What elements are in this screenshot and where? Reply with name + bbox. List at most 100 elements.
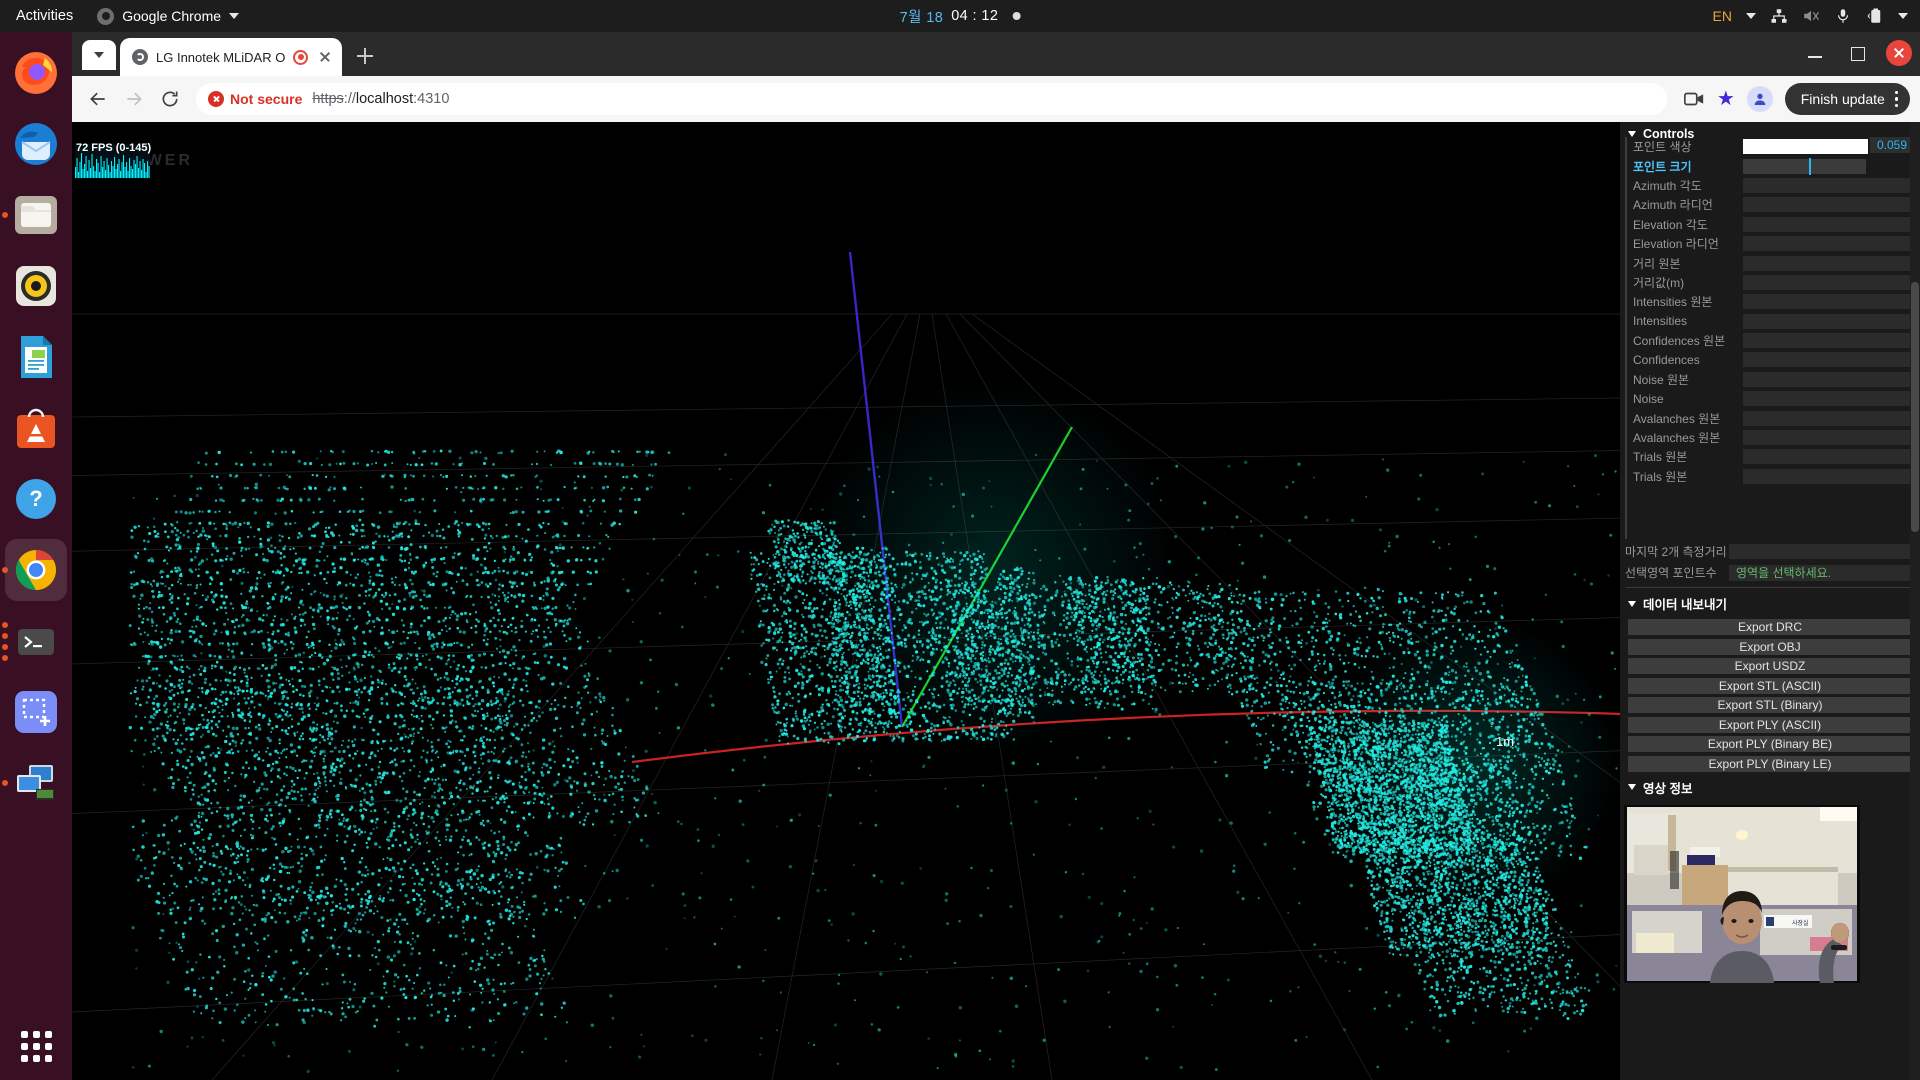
control-row[interactable]: Intensities <box>1627 312 1920 331</box>
slider-knob[interactable] <box>1809 157 1812 175</box>
control-row[interactable]: Azimuth 각도 <box>1627 176 1920 195</box>
dock-item-rhythmbox[interactable] <box>5 255 67 317</box>
controls-row-list[interactable]: 포인트 색상 포인트 크기 0.059 Azimuth 각도 Azimuth 라디언 El… <box>1625 137 1920 539</box>
dock-item-google-chrome[interactable] <box>2 539 67 601</box>
battery-charging-icon <box>1867 8 1881 23</box>
video-section-header[interactable]: 영상 정보 <box>1620 771 1920 801</box>
export-button[interactable]: Export USDZ <box>1628 658 1912 674</box>
browser-tab[interactable]: LG Innotek MLiDAR O <box>120 38 343 76</box>
control-row[interactable]: Azimuth 라디언 <box>1627 195 1920 214</box>
color-swatch[interactable] <box>1743 139 1868 155</box>
control-label: Azimuth 라디언 <box>1633 198 1713 213</box>
profile-avatar[interactable] <box>1746 86 1773 112</box>
export-button[interactable]: Export OBJ <box>1628 638 1912 655</box>
control-label: 거리값(m) <box>1633 275 1685 290</box>
panel-scrollbar-thumb[interactable] <box>1911 282 1919 532</box>
dock-item-libreoffice-writer[interactable] <box>5 326 67 388</box>
control-row[interactable]: 거리 원본 <box>1627 253 1920 272</box>
control-row[interactable]: 선택영역 포인트수 영역을 선택하세요. <box>1618 562 1920 583</box>
keyboard-language-label[interactable]: EN <box>1713 8 1732 24</box>
tab-recording-icon[interactable] <box>293 49 309 65</box>
export-button[interactable]: Export PLY (Binary LE) <box>1628 755 1912 772</box>
control-value-field[interactable] <box>1743 274 1910 290</box>
control-value-field[interactable] <box>1729 544 1910 559</box>
dock-item-thunderbird[interactable] <box>5 113 67 175</box>
control-value-field[interactable] <box>1743 430 1910 446</box>
webcam-preview[interactable]: 사장실 <box>1620 801 1920 983</box>
control-row[interactable]: Confidences <box>1627 350 1920 369</box>
control-row[interactable]: Trials 원본 <box>1627 447 1920 466</box>
new-tab-button[interactable] <box>350 41 380 71</box>
control-value-field[interactable] <box>1743 468 1910 484</box>
control-value-field[interactable] <box>1743 449 1910 465</box>
apps-dot <box>44 1042 52 1050</box>
control-row[interactable]: 포인트 크기 0.059 <box>1627 137 1920 175</box>
control-row[interactable]: Trials 원본 <box>1627 467 1920 486</box>
dock-item-remote-desktop[interactable] <box>2 752 67 814</box>
control-row[interactable]: 마지막 2개 측정거리 <box>1618 541 1920 562</box>
app-menu-google-chrome[interactable]: Google Chrome <box>87 7 249 25</box>
panel-scrollbar[interactable] <box>1910 122 1920 1080</box>
dock-item-files[interactable] <box>2 184 67 246</box>
controls-extra-rows: 마지막 2개 측정거리 선택영역 포인트수 영역을 선택하세요. <box>1620 539 1920 583</box>
control-row[interactable]: Elevation 각도 <box>1627 215 1920 234</box>
dock-item-terminal[interactable] <box>2 610 67 672</box>
export-button[interactable]: Export DRC <box>1628 619 1912 635</box>
control-value-field[interactable] <box>1743 313 1910 329</box>
camera-icon[interactable] <box>1683 88 1705 110</box>
export-button[interactable]: Export STL (ASCII) <box>1628 677 1912 694</box>
chevron-down-icon <box>229 13 240 19</box>
control-row[interactable]: Noise <box>1627 389 1920 408</box>
control-value-field[interactable] <box>1743 352 1910 368</box>
dock-item-help[interactable]: ? <box>5 468 67 530</box>
control-row[interactable]: Avalanches 원본 <box>1627 428 1920 447</box>
apps-dot <box>32 1054 40 1062</box>
forward-button[interactable] <box>118 83 150 115</box>
control-row[interactable]: Elevation 라디언 <box>1627 234 1920 253</box>
control-row[interactable]: Intensities 원본 <box>1627 292 1920 311</box>
bookmark-star-icon[interactable]: ★ <box>1717 89 1735 109</box>
control-value-field[interactable] <box>1743 371 1910 387</box>
finish-update-button[interactable]: Finish update <box>1784 83 1910 115</box>
control-row[interactable]: Noise 원본 <box>1627 370 1920 389</box>
clock[interactable]: 7월 18 04 : 12 <box>900 6 1021 27</box>
window-minimize-button[interactable] <box>1802 40 1828 66</box>
dock-item-ubuntu-software[interactable] <box>5 397 67 459</box>
control-value-field[interactable] <box>1743 197 1910 213</box>
show-applications-button[interactable] <box>16 1026 56 1066</box>
control-value-field[interactable] <box>1743 294 1910 310</box>
dock-item-screenshot[interactable] <box>5 681 67 743</box>
control-value-field[interactable] <box>1743 177 1910 193</box>
control-value-field[interactable] <box>1743 333 1910 349</box>
export-button[interactable]: Export PLY (Binary BE) <box>1628 736 1912 752</box>
export-button[interactable]: Export PLY (ASCII) <box>1628 716 1912 733</box>
language-chevron-down-icon[interactable] <box>1746 13 1756 19</box>
running-indicator <box>2 212 8 218</box>
control-value-field[interactable] <box>1743 255 1910 271</box>
control-row[interactable]: 거리값(m) <box>1627 273 1920 292</box>
tab-search-button[interactable] <box>82 40 116 70</box>
back-button[interactable] <box>82 83 114 115</box>
system-tray[interactable]: EN <box>1713 7 1908 25</box>
dock-item-firefox[interactable] <box>5 42 67 104</box>
activities-button[interactable]: Activities <box>0 8 87 24</box>
tab-close-icon[interactable] <box>316 48 334 66</box>
control-row[interactable]: Avalanches 원본 <box>1627 408 1920 427</box>
point-size-slider[interactable] <box>1743 157 1866 175</box>
tab-strip: LG Innotek MLiDAR O <box>72 32 1920 76</box>
control-row[interactable]: Confidences 원본 <box>1627 331 1920 350</box>
kebab-menu-icon[interactable] <box>1894 91 1898 107</box>
window-maximize-button[interactable] <box>1844 40 1870 66</box>
reload-button[interactable] <box>154 83 186 115</box>
address-bar[interactable]: Not secure https://localhost:4310 <box>196 83 1667 115</box>
window-close-button[interactable] <box>1886 40 1912 66</box>
control-value-field[interactable] <box>1743 410 1910 426</box>
export-button[interactable]: Export STL (Binary) <box>1628 697 1912 713</box>
point-size-value[interactable]: 0.059 <box>1870 137 1914 153</box>
system-menu-chevron-down-icon[interactable] <box>1898 13 1908 19</box>
security-status-badge[interactable]: Not secure <box>208 91 302 107</box>
control-value-field[interactable] <box>1743 391 1910 407</box>
control-value-field[interactable] <box>1743 216 1910 232</box>
export-section-header[interactable]: 데이터 내보내기 <box>1620 588 1920 617</box>
control-value-field[interactable] <box>1743 236 1910 252</box>
